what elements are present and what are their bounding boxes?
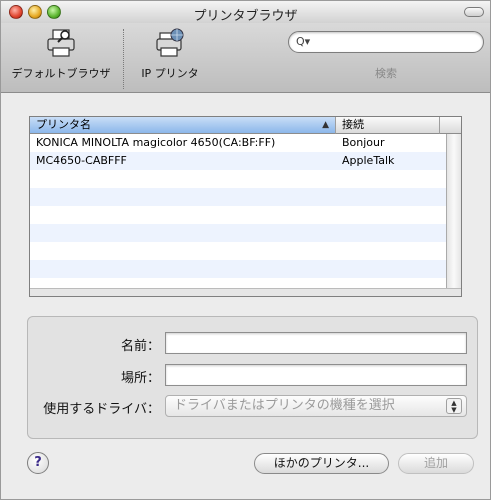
connection-cell xyxy=(336,170,440,188)
printer-magnifier-icon xyxy=(47,29,75,57)
list-bottom-edge xyxy=(30,288,461,296)
printer-browser-window: プリンタブラウザ デフォルトブラウザ IP プリンタ Q▾ 検索 プリンタ名 ▲… xyxy=(0,0,491,500)
connection-cell xyxy=(336,224,440,242)
list-rows: KONICA MINOLTA magicolor 4650(CA:BF:FF) … xyxy=(30,134,461,278)
up-down-arrows-icon: ▲ ▼ xyxy=(446,398,462,414)
toolbar: デフォルトブラウザ IP プリンタ Q▾ 検索 xyxy=(1,23,490,93)
driver-label: 使用するドライバ： xyxy=(43,402,160,417)
printer-name-cell: KONICA MINOLTA magicolor 4650(CA:BF:FF) xyxy=(36,136,276,149)
column-header-printer-name[interactable]: プリンタ名 ▲ xyxy=(30,117,336,134)
connection-cell: AppleTalk xyxy=(342,154,395,167)
name-field[interactable] xyxy=(165,332,467,354)
connection-cell xyxy=(336,260,440,278)
default-browser-button[interactable]: デフォルトブラウザ xyxy=(1,27,121,81)
printer-name-cell xyxy=(30,206,336,224)
title-bar[interactable]: プリンタブラウザ xyxy=(1,1,490,24)
vertical-scrollbar[interactable] xyxy=(446,134,461,288)
printer-name-cell xyxy=(30,260,336,278)
sort-ascending-icon: ▲ xyxy=(322,120,329,130)
printer-name-cell xyxy=(30,224,336,242)
printer-name-cell xyxy=(30,188,336,206)
driver-select[interactable]: ドライバまたはプリンタの機種を選択 ▲ ▼ xyxy=(165,395,467,417)
connection-cell xyxy=(336,206,440,224)
other-printers-button[interactable]: ほかのプリンタ... xyxy=(254,453,389,474)
table-row xyxy=(30,206,461,224)
location-field[interactable] xyxy=(165,364,467,386)
printer-name-cell: MC4650-CABFFF xyxy=(36,154,127,167)
printer-name-cell xyxy=(30,242,336,260)
table-row[interactable]: KONICA MINOLTA magicolor 4650(CA:BF:FF) … xyxy=(30,134,461,152)
connection-cell xyxy=(336,188,440,206)
name-label: 名前： xyxy=(120,339,160,354)
toolbar-toggle-button[interactable] xyxy=(464,7,484,17)
printer-name-cell xyxy=(30,170,336,188)
search-label: 検索 xyxy=(375,67,397,80)
printer-info-group: 名前： 場所： 使用するドライバ： ドライバまたはプリンタの機種を選択 ▲ ▼ xyxy=(27,316,478,439)
ip-printer-button[interactable]: IP プリンタ xyxy=(127,27,213,81)
default-browser-label: デフォルトブラウザ xyxy=(11,67,111,80)
list-header: プリンタ名 ▲ 接続 xyxy=(30,117,461,134)
table-row xyxy=(30,260,461,278)
window-title: プリンタブラウザ xyxy=(193,9,298,24)
column-header-printer-name-label: プリンタ名 xyxy=(36,118,91,131)
add-button[interactable]: 追加 xyxy=(398,453,474,474)
printer-list[interactable]: プリンタ名 ▲ 接続 KONICA MINOLTA magicolor 4650… xyxy=(29,116,462,297)
table-row xyxy=(30,242,461,260)
connection-cell: Bonjour xyxy=(342,136,385,149)
connection-cell xyxy=(336,242,440,260)
table-row xyxy=(30,224,461,242)
search-area: Q▾ 検索 xyxy=(288,31,484,80)
printer-globe-icon xyxy=(156,28,184,57)
table-row xyxy=(30,188,461,206)
toolbar-separator xyxy=(123,29,124,89)
location-label: 場所： xyxy=(120,371,160,386)
ip-printer-label: IP プリンタ xyxy=(141,67,199,80)
search-input[interactable] xyxy=(288,31,484,53)
table-row xyxy=(30,170,461,188)
help-button[interactable]: ? xyxy=(27,452,49,474)
driver-select-value: ドライバまたはプリンタの機種を選択 xyxy=(174,398,395,413)
table-row[interactable]: MC4650-CABFFF AppleTalk xyxy=(30,152,461,170)
search-icon[interactable]: Q▾ xyxy=(296,35,310,48)
column-header-filler xyxy=(440,117,461,134)
column-header-connection[interactable]: 接続 xyxy=(336,117,440,134)
